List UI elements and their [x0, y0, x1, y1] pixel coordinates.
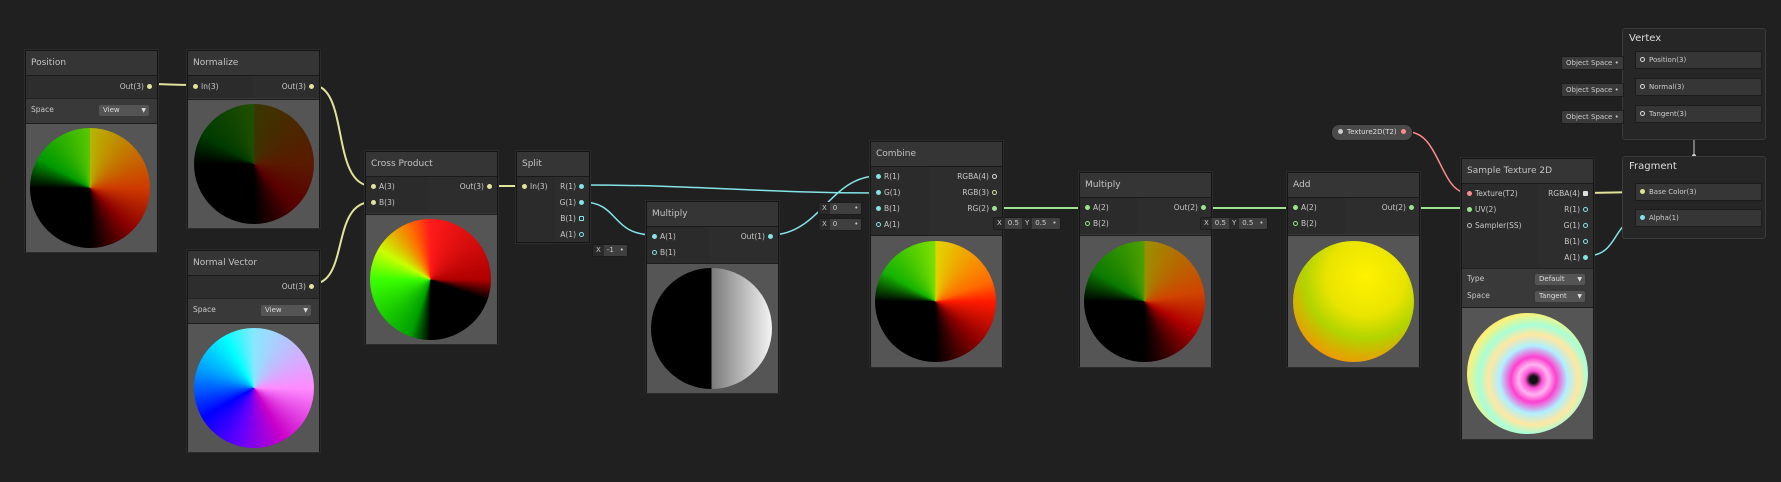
normal-space-tag[interactable]: Object Space • — [1561, 83, 1624, 97]
out-port[interactable]: Out(3) — [120, 80, 155, 94]
vertex-block[interactable]: Vertex Position(3) Normal(3) Tangent(3) — [1622, 28, 1766, 140]
node-title: Combine — [871, 142, 1002, 167]
alpha-slot[interactable]: Alpha(1) — [1635, 209, 1762, 227]
node-title: Add — [1288, 173, 1419, 198]
in-port-a[interactable]: A(1) — [873, 218, 900, 232]
node-title: Sample Texture 2D — [1462, 159, 1593, 184]
out-port-a[interactable]: A(1) — [1564, 251, 1591, 265]
space-label: Space — [1467, 291, 1490, 300]
add-node[interactable]: Add A(2) B(2) Out(2) — [1287, 172, 1420, 367]
position-node[interactable]: Position Out(3) Space View ▼ — [25, 50, 158, 252]
node-title: Normal Vector — [188, 251, 319, 276]
space-dropdown[interactable]: Tangent ▼ — [1535, 291, 1585, 302]
preview — [1080, 235, 1211, 367]
split-node[interactable]: Split In(3) R(1) G(1) B(1) A(1) — [516, 151, 590, 243]
in-port-b[interactable]: B(1) — [873, 202, 900, 216]
position-space-tag[interactable]: Object Space • — [1561, 56, 1624, 70]
out-port-g[interactable]: G(1) — [560, 196, 587, 210]
out-port-r[interactable]: R(1) — [560, 180, 587, 194]
multiply-node-2[interactable]: Multiply A(2) B(2) Out(2) — [1079, 172, 1212, 367]
preview — [366, 214, 497, 344]
in-port-uv[interactable]: UV(2) — [1464, 203, 1496, 217]
out-port-a[interactable]: A(1) — [560, 228, 587, 242]
preview — [1288, 235, 1419, 367]
preview — [647, 263, 778, 393]
vertex-position-slot[interactable]: Position(3) — [1635, 51, 1762, 69]
node-title: Normalize — [188, 51, 319, 76]
normalize-node[interactable]: Normalize In(3) Out(3) — [187, 50, 320, 228]
sample-texture-2d-node[interactable]: Sample Texture 2D Texture(T2) UV(2) Samp… — [1461, 158, 1594, 439]
in-port-texture[interactable]: Texture(T2) — [1464, 187, 1518, 201]
in-port-a[interactable]: A(1) — [649, 230, 676, 244]
combine-b-input[interactable]: X 0 • — [818, 202, 863, 215]
out-port[interactable]: Out(1) — [741, 230, 776, 244]
space-dropdown[interactable]: View ▼ — [99, 105, 149, 116]
fragment-title: Fragment — [1629, 161, 1677, 172]
node-title: Split — [517, 152, 589, 177]
multiply-b-input[interactable]: X -1 • — [592, 244, 628, 257]
in-port[interactable]: In(3) — [190, 80, 219, 94]
in-port-b[interactable]: B(2) — [1290, 217, 1317, 231]
combine-node[interactable]: Combine R(1) G(1) B(1) A(1) RGBA(4) RGB(… — [870, 141, 1003, 367]
out-port[interactable]: Out(2) — [1174, 201, 1209, 215]
normal-vector-node[interactable]: Normal Vector Out(3) Space View ▼ — [187, 250, 320, 452]
space-label: Space — [193, 305, 216, 314]
node-title: Position — [26, 51, 157, 76]
out-port-b[interactable]: B(1) — [1564, 235, 1591, 249]
type-label: Type — [1467, 274, 1485, 283]
in-port-a[interactable]: A(2) — [1082, 201, 1109, 215]
preview — [188, 323, 319, 452]
in-port-r[interactable]: R(1) — [873, 170, 900, 184]
in-port-b[interactable]: B(2) — [1082, 217, 1109, 231]
node-title: Multiply — [647, 202, 778, 227]
in-port[interactable]: In(3) — [519, 180, 548, 194]
out-port-rgba[interactable]: RGBA(4) — [1548, 187, 1591, 201]
space-label: Space — [31, 105, 54, 114]
texture2d-property[interactable]: Texture2D(T2) — [1331, 124, 1413, 141]
in-port-b[interactable]: B(3) — [368, 196, 395, 210]
add-b-input[interactable]: X 0.5 Y 0.5 • — [1200, 217, 1268, 230]
space-dropdown[interactable]: View ▼ — [261, 305, 311, 316]
out-port-rg[interactable]: RG(2) — [967, 202, 1000, 216]
preview — [188, 99, 319, 228]
multiply2-b-input[interactable]: X 0.5 Y 0.5 • — [993, 217, 1061, 230]
vertex-title: Vertex — [1629, 33, 1662, 44]
base-color-slot[interactable]: Base Color(3) — [1635, 183, 1762, 201]
in-port-sampler[interactable]: Sampler(SS) — [1464, 219, 1522, 233]
type-dropdown[interactable]: Default ▼ — [1535, 274, 1585, 285]
preview — [871, 235, 1002, 367]
out-port[interactable]: Out(3) — [460, 180, 495, 194]
multiply-node-1[interactable]: Multiply A(1) B(1) Out(1) — [646, 201, 779, 393]
in-port-b[interactable]: B(1) — [649, 246, 676, 260]
in-port-a[interactable]: A(3) — [368, 180, 395, 194]
in-port-a[interactable]: A(2) — [1290, 201, 1317, 215]
vertex-normal-slot[interactable]: Normal(3) — [1635, 78, 1762, 96]
in-port-g[interactable]: G(1) — [873, 186, 900, 200]
tangent-space-tag[interactable]: Object Space • — [1561, 110, 1624, 124]
node-title: Cross Product — [366, 152, 497, 177]
out-port[interactable]: Out(3) — [282, 80, 317, 94]
out-port-r[interactable]: R(1) — [1564, 203, 1591, 217]
combine-a-input[interactable]: X 0 • — [818, 218, 863, 231]
fragment-block[interactable]: Fragment Base Color(3) Alpha(1) — [1622, 156, 1766, 239]
preview — [26, 123, 157, 252]
vertex-tangent-slot[interactable]: Tangent(3) — [1635, 105, 1762, 123]
out-port-g[interactable]: G(1) — [1564, 219, 1591, 233]
out-port-rgb[interactable]: RGB(3) — [962, 186, 1000, 200]
preview — [1462, 307, 1593, 439]
node-title: Multiply — [1080, 173, 1211, 198]
out-port[interactable]: Out(3) — [282, 280, 317, 294]
out-port-b[interactable]: B(1) — [560, 212, 587, 226]
out-port[interactable]: Out(2) — [1382, 201, 1417, 215]
out-port-rgba[interactable]: RGBA(4) — [957, 170, 1000, 184]
cross-product-node[interactable]: Cross Product A(3) B(3) Out(3) — [365, 151, 498, 344]
